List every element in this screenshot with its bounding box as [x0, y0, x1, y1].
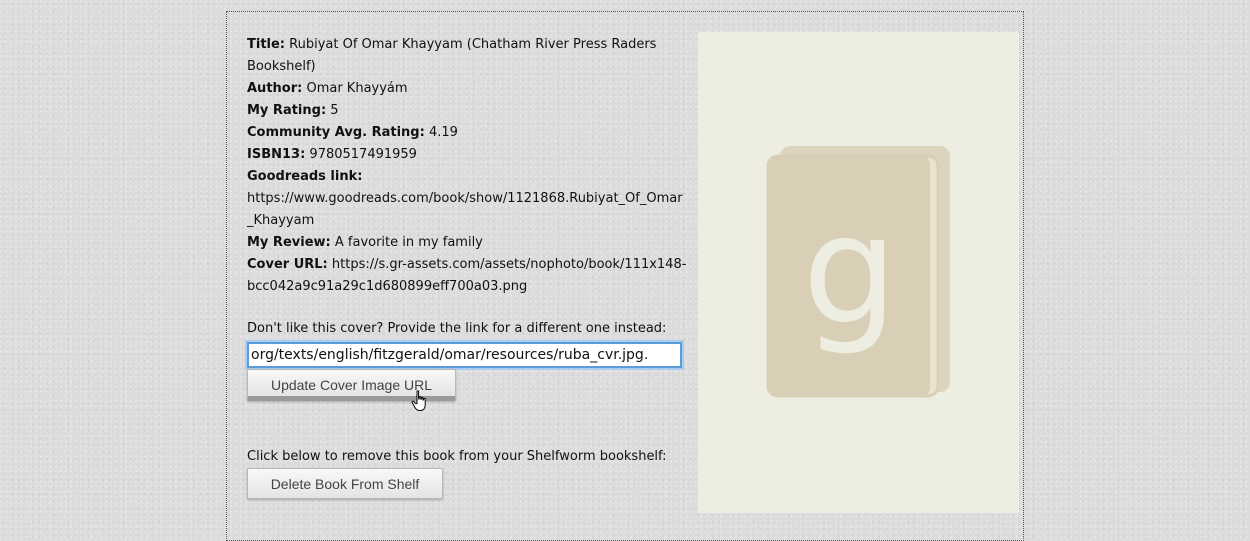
delete-book-button[interactable]: Delete Book From Shelf: [247, 468, 443, 499]
my-rating-label: My Rating:: [247, 103, 327, 118]
goodreads-link: https://www.goodreads.com/book/show/1121…: [247, 191, 683, 228]
author-label: Author:: [247, 81, 303, 96]
cover-letter: g: [802, 184, 897, 358]
title-label: Title:: [247, 37, 286, 52]
author-value: Omar Khayyám: [306, 81, 408, 96]
community-rating-row: Community Avg. Rating: 4.19: [247, 122, 687, 144]
hand-pointer-cursor-icon: [411, 390, 426, 411]
goodreads-label: Goodreads link:: [247, 169, 363, 184]
isbn-label: ISBN13:: [247, 147, 306, 162]
title-value: Rubiyat Of Omar Khayyam (Chatham River P…: [247, 37, 657, 74]
community-rating-label: Community Avg. Rating:: [247, 125, 425, 140]
review-label: My Review:: [247, 235, 331, 250]
community-rating-value: 4.19: [428, 125, 458, 140]
cover-url-input[interactable]: [245, 340, 684, 370]
cover-url-row: Cover URL: https://s.gr-assets.com/asset…: [247, 254, 687, 298]
author-row: Author: Omar Khayyám: [247, 78, 687, 100]
book-cover-image: g: [698, 32, 1019, 513]
review-row: My Review: A favorite in my family: [247, 232, 687, 254]
cover-change-prompt: Don't like this cover? Provide the link …: [247, 321, 667, 336]
isbn-value: 9780517491959: [309, 147, 417, 162]
book-details: Title: Rubiyat Of Omar Khayyam (Chatham …: [247, 34, 687, 298]
book-details-panel: Title: Rubiyat Of Omar Khayyam (Chatham …: [226, 11, 1024, 541]
my-rating-row: My Rating: 5: [247, 100, 687, 122]
title-row: Title: Rubiyat Of Omar Khayyam (Chatham …: [247, 34, 687, 78]
goodreads-row: Goodreads link: https://www.goodreads.co…: [247, 166, 687, 232]
remove-book-prompt: Click below to remove this book from you…: [247, 449, 667, 464]
review-value: A favorite in my family: [334, 235, 483, 250]
my-rating-value: 5: [330, 103, 339, 118]
goodreads-placeholder-icon: g: [766, 146, 950, 398]
cover-url-label: Cover URL:: [247, 257, 328, 272]
isbn-row: ISBN13: 9780517491959: [247, 144, 687, 166]
